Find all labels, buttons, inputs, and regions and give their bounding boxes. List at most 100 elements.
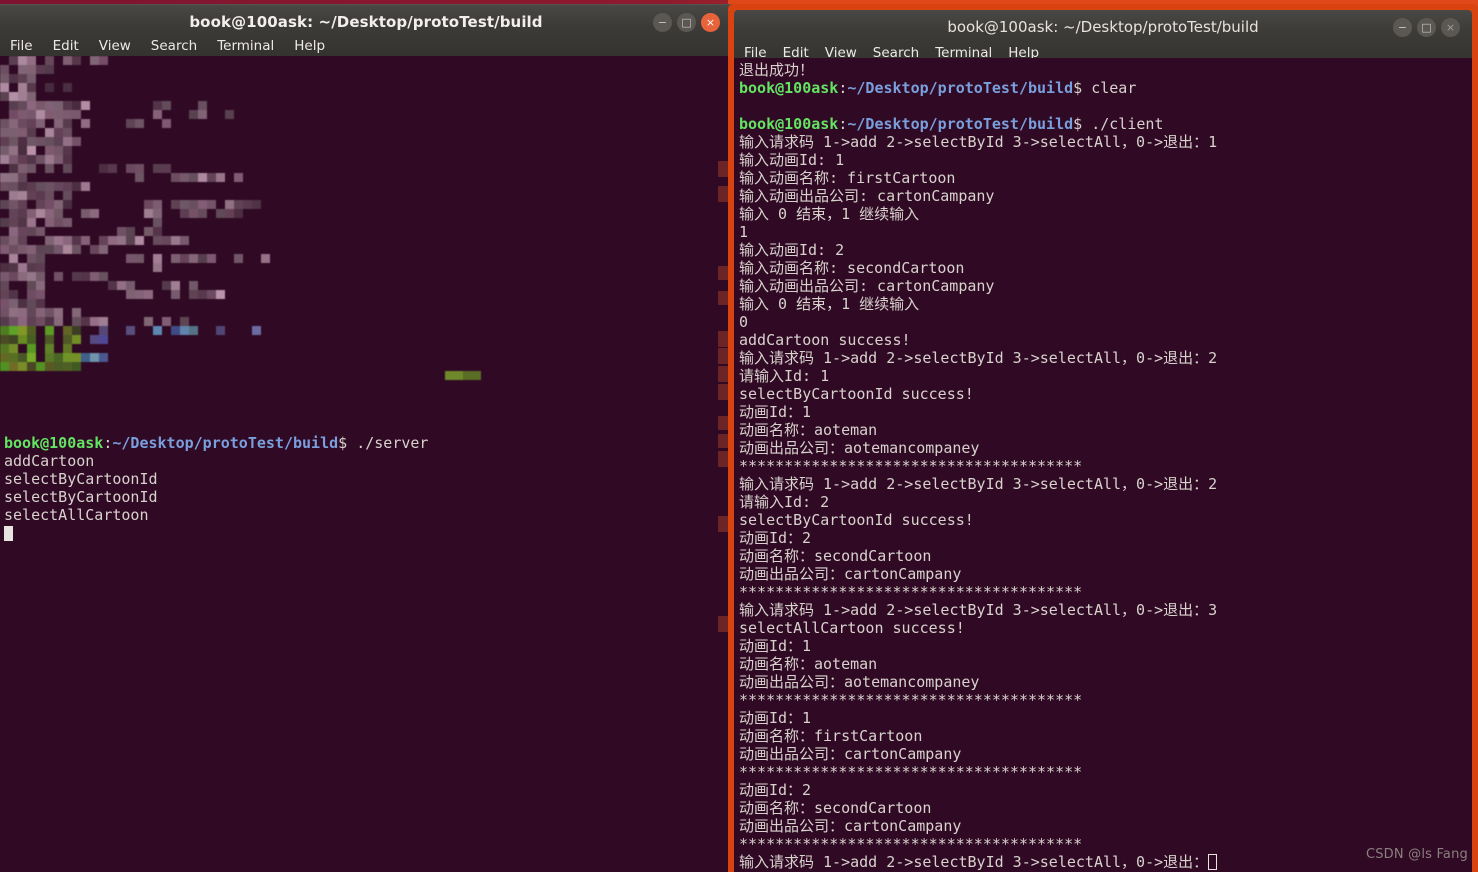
terminal-text-run: 输入动画名称: firstCartoon [739,169,956,187]
terminal-line: 输入请求码 1->add 2->selectById 3->selectAll，… [739,853,1218,871]
terminal-line: 动画Id：2 [739,529,1217,547]
terminal-line: selectByCartoonId [4,488,428,506]
left-terminal-text: book@100ask:~/Desktop/protoTest/build$ .… [4,434,428,542]
left-window-title: book@100ask: ~/Desktop/protoTest/build [189,13,543,31]
terminal-text-run: 动画Id：2 [739,529,812,547]
terminal-line: 动画Id：2 [739,781,1217,799]
left-titlebar[interactable]: book@100ask: ~/Desktop/protoTest/build F… [0,4,732,56]
terminal-text-run: 动画出品公司：cartonCampany [739,817,962,835]
terminal-line: selectByCartoonId success! [739,385,1217,403]
terminal-text-run: ************************************** [739,457,1083,475]
terminal-text-run: selectByCartoonId [4,488,158,506]
terminal-text-run: 输入请求码 1->add 2->selectById 3->selectAll，… [739,133,1218,151]
terminal-text-run: 输入请求码 1->add 2->selectById 3->selectAll，… [739,475,1218,493]
left-menubar[interactable]: File Edit View Search Terminal Help [0,35,327,57]
terminal-window-right[interactable]: book@100ask: ~/Desktop/protoTest/build F… [728,4,1478,872]
menu-help[interactable]: Help [292,37,327,55]
close-icon[interactable]: × [1441,18,1460,37]
terminal-text-run: ************************************** [739,583,1083,601]
terminal-text-run: 动画出品公司：cartonCampany [739,745,962,763]
terminal-text-run: selectByCartoonId [4,470,158,488]
terminal-line: ************************************** [739,457,1217,475]
terminal-line: 退出成功！ [739,61,1217,79]
terminal-line: book@100ask:~/Desktop/protoTest/build$ c… [739,79,1217,97]
right-window-controls[interactable]: − □ × [1393,18,1460,37]
terminal-text-run: $ ./server [338,434,429,452]
terminal-text-run: 输入动画出品公司: cartonCampany [739,277,995,295]
terminal-line: 1 [739,223,1217,241]
terminal-text-run: 输入动画Id: 1 [739,151,845,169]
terminal-text-run: 动画名称：aoteman [739,421,878,439]
terminal-line: 输入动画出品公司: cartonCampany [739,187,1217,205]
terminal-text-run: 退出成功！ [739,61,815,79]
terminal-text-run: selectByCartoonId success! [739,511,974,529]
menu-file[interactable]: File [8,37,35,55]
menu-search[interactable]: Search [149,37,199,55]
terminal-text-run: 0 [739,313,749,331]
terminal-window-left[interactable]: book@100ask: ~/Desktop/protoTest/build F… [0,4,732,872]
right-terminal-text: 退出成功！ book@100ask:~/Desktop/protoTest/bui… [739,61,1217,871]
terminal-text-run: 输入请求码 1->add 2->selectById 3->selectAll，… [739,349,1218,367]
terminal-text-run: selectAllCartoon success! [739,619,965,637]
minimize-icon[interactable]: − [653,13,672,32]
menu-view[interactable]: View [97,37,133,55]
left-window-controls[interactable]: − □ × [653,13,720,32]
terminal-line: 动画名称：secondCartoon [739,547,1217,565]
terminal-text-run: $ ./client [1073,115,1164,133]
terminal-line: 动画名称：firstCartoon [739,727,1217,745]
terminal-line: selectAllCartoon [4,506,428,524]
terminal-line: 动画Id：1 [739,403,1217,421]
terminal-line: 输入请求码 1->add 2->selectById 3->selectAll，… [739,133,1217,151]
terminal-line: 输入请求码 1->add 2->selectById 3->selectAll，… [739,349,1217,367]
terminal-text-run: addCartoon success! [739,331,911,349]
menu-edit[interactable]: Edit [51,37,81,55]
minimize-icon[interactable]: − [1393,18,1412,37]
terminal-line: 动画出品公司：aotemancompaney [739,673,1217,691]
terminal-line: 输入动画Id: 2 [739,241,1217,259]
right-window-title: book@100ask: ~/Desktop/protoTest/build [947,18,1259,36]
terminal-line: 动画Id：1 [739,637,1217,655]
right-titlebar[interactable]: book@100ask: ~/Desktop/protoTest/build F… [734,10,1472,64]
terminal-cursor [4,526,13,541]
terminal-line: 动画名称：secondCartoon [739,799,1217,817]
terminal-line: ************************************** [739,583,1217,601]
menu-terminal[interactable]: Terminal [215,37,276,55]
terminal-line: 动画Id：1 [739,709,1217,727]
terminal-text-run: 1 [739,223,749,241]
maximize-icon[interactable]: □ [1417,18,1436,37]
terminal-cursor [1208,854,1218,870]
close-icon[interactable]: × [701,13,720,32]
terminal-line: 动画出品公司：cartonCampany [739,565,1217,583]
terminal-text-run: 动画Id：1 [739,709,812,727]
terminal-text-run: 动画名称：secondCartoon [739,547,932,565]
watermark: CSDN @ls Fang [1365,847,1468,862]
terminal-line: selectByCartoonId [4,470,428,488]
terminal-line: 动画名称：aoteman [739,421,1217,439]
terminal-text-run: ************************************** [739,835,1083,853]
terminal-text-run: 输入动画Id: 2 [739,241,845,259]
terminal-line: 请输入Id: 2 [739,493,1217,511]
terminal-text-run: 动画出品公司：aotemancompaney [739,439,980,457]
terminal-text-run: 动画名称：firstCartoon [739,727,923,745]
terminal-line: 输入请求码 1->add 2->selectById 3->selectAll，… [739,475,1217,493]
right-terminal-surface[interactable]: 退出成功！ book@100ask:~/Desktop/protoTest/bui… [734,58,1472,872]
terminal-line: 动画出品公司：cartonCampany [739,745,1217,763]
terminal-text-run: ************************************** [739,691,1083,709]
terminal-line: 输入动画名称: firstCartoon [739,169,1217,187]
terminal-line: book@100ask:~/Desktop/protoTest/build$ .… [739,115,1217,133]
terminal-line [4,524,428,542]
terminal-text-run: ~/Desktop/protoTest/build [112,434,339,452]
maximize-icon[interactable]: □ [677,13,696,32]
terminal-line: 输入动画Id: 1 [739,151,1217,169]
terminal-text-run: 动画名称：aoteman [739,655,878,673]
left-terminal-surface[interactable]: book@100ask:~/Desktop/protoTest/build$ .… [0,56,732,872]
terminal-text-run: 输入 0 结束，1 继续输入 [739,295,920,313]
mosaic-canvas [0,56,520,434]
terminal-line: 输入 0 结束，1 继续输入 [739,205,1217,223]
terminal-line: 输入动画名称: secondCartoon [739,259,1217,277]
terminal-text-run: 输入 0 结束，1 继续输入 [739,205,920,223]
terminal-text-run: ~/Desktop/protoTest/build [847,115,1074,133]
desktop: book@100ask: ~/Desktop/protoTest/build F… [0,0,1478,872]
terminal-text-run: 动画出品公司：aotemancompaney [739,673,980,691]
